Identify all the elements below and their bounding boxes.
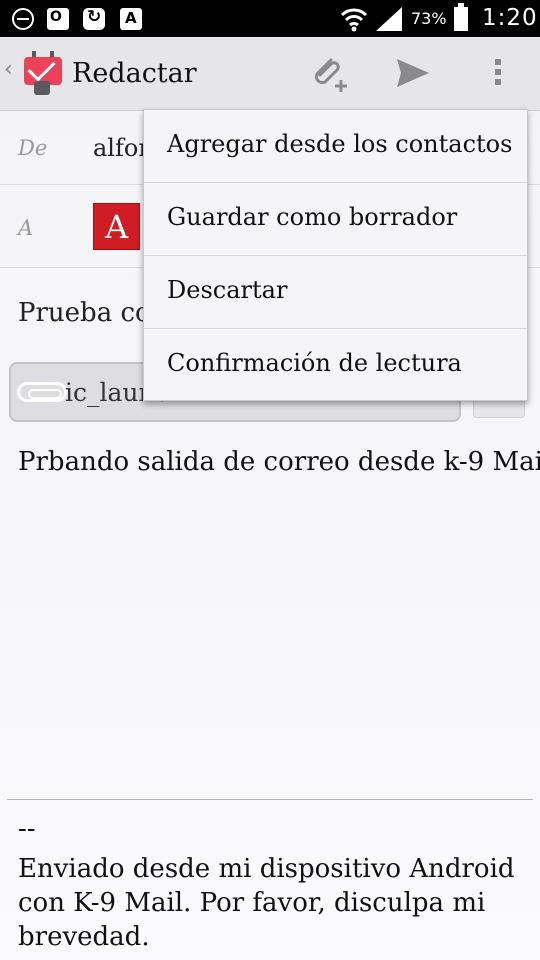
- signal-icon: [376, 7, 402, 31]
- do-not-disturb-icon: [12, 8, 34, 30]
- menu-item-label: Guardar como borrador: [167, 203, 458, 231]
- up-chevron-icon[interactable]: ‹: [4, 57, 13, 82]
- action-bar: ‹ Redactar: [0, 37, 540, 111]
- k9-mail-app-icon[interactable]: [20, 51, 64, 95]
- attach-icon[interactable]: [309, 54, 349, 94]
- outlook-icon: [47, 8, 69, 30]
- menu-item-label: Descartar: [167, 276, 288, 304]
- menu-item-read-receipt[interactable]: Confirmación de lectura: [144, 329, 527, 402]
- paperclip-icon: [17, 382, 67, 402]
- from-label: De: [18, 136, 48, 160]
- sync-icon: [83, 7, 105, 30]
- menu-item-discard[interactable]: Descartar: [144, 256, 527, 329]
- status-bar: 73% 1:20: [0, 0, 540, 37]
- signature-separator: --: [18, 814, 36, 844]
- menu-item-label: Agregar desde los contactos: [167, 130, 513, 158]
- menu-item-save-draft[interactable]: Guardar como borrador: [144, 183, 527, 256]
- overflow-menu-icon[interactable]: [490, 55, 506, 93]
- font-icon: [120, 8, 142, 30]
- recipient-chip[interactable]: A: [93, 203, 140, 250]
- signature-divider: [7, 799, 533, 800]
- battery-icon: [454, 3, 468, 31]
- message-body[interactable]: Prbando salida de correo desde k-9 Mail: [18, 447, 540, 478]
- overflow-menu: Agregar desde los contactos Guardar como…: [143, 109, 528, 401]
- send-icon[interactable]: [397, 59, 429, 87]
- clock: 1:20: [482, 5, 538, 31]
- page-title: Redactar: [72, 58, 197, 89]
- menu-item-label: Confirmación de lectura: [167, 349, 462, 377]
- battery-percent: 73%: [411, 9, 447, 28]
- message-body-text: Prbando salida de correo desde k-9 Mail: [18, 447, 540, 477]
- from-account[interactable]: alfor: [93, 134, 150, 162]
- wifi-icon: [340, 8, 368, 32]
- subject-field[interactable]: Prueba cor: [18, 298, 163, 328]
- menu-item-add-from-contacts[interactable]: Agregar desde los contactos: [144, 110, 527, 183]
- to-label: A: [18, 216, 34, 240]
- signature-text[interactable]: Enviado desde mi dispositivo Android con…: [18, 852, 528, 954]
